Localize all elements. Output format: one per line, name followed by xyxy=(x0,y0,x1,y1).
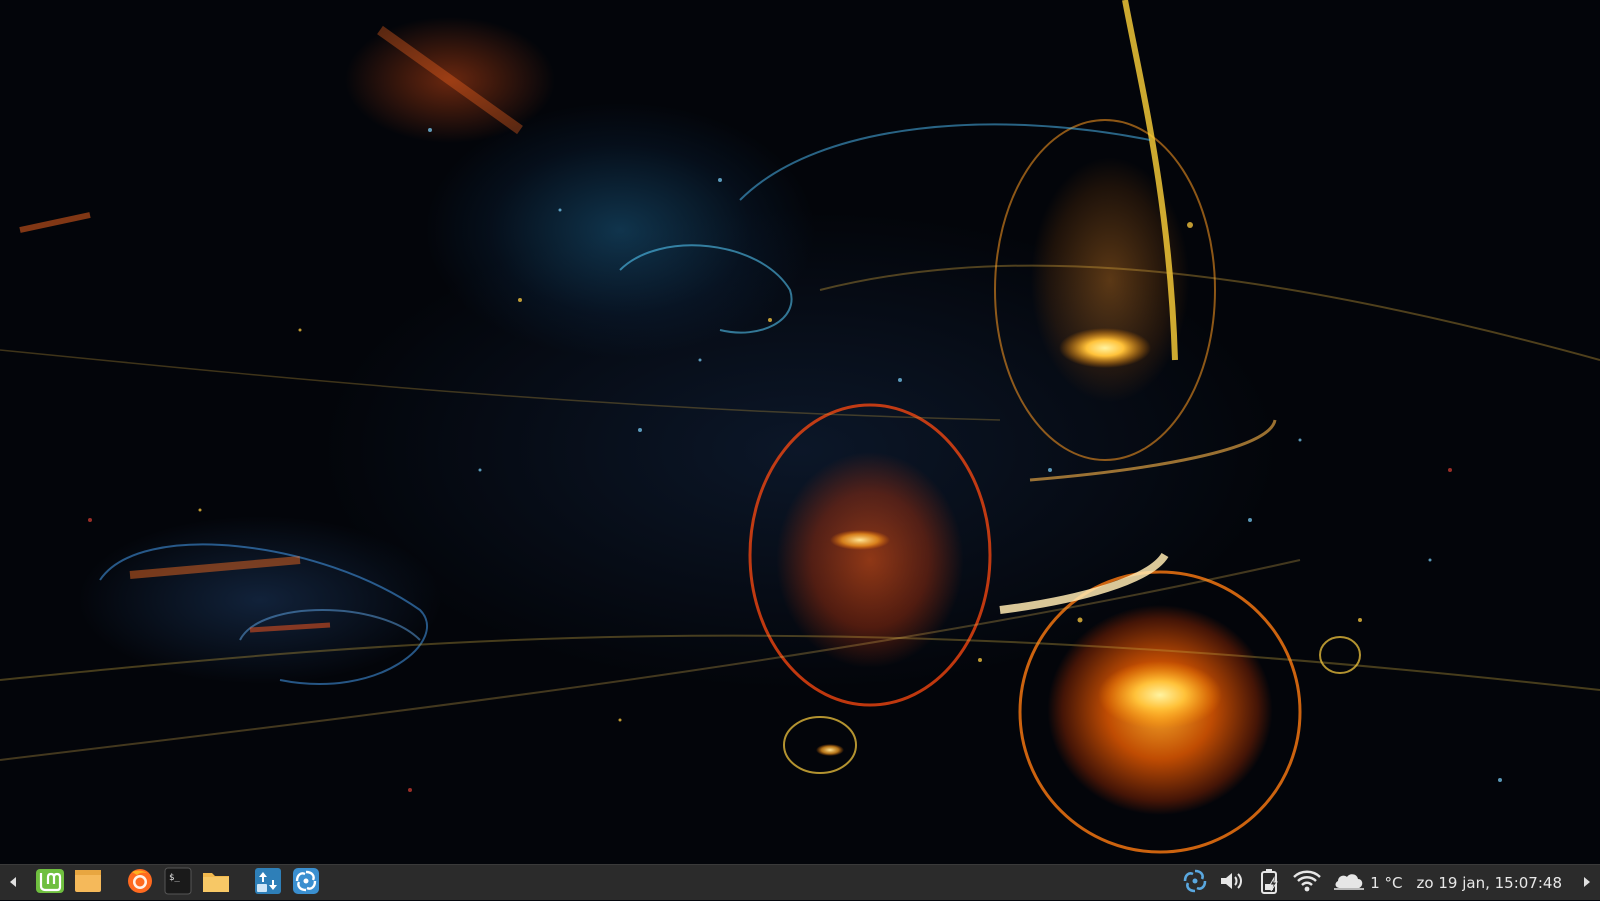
file-manager-launcher[interactable] xyxy=(200,868,232,898)
volume-tray-button[interactable] xyxy=(1218,865,1246,901)
speaker-volume-icon xyxy=(1218,869,1246,897)
svg-text:$_: $_ xyxy=(169,873,180,883)
panel-scroll-left-button[interactable] xyxy=(0,865,26,901)
triangle-left-icon xyxy=(8,873,18,892)
files-launcher[interactable] xyxy=(72,868,104,898)
folder-icon xyxy=(74,868,102,898)
linux-mint-logo-icon xyxy=(35,867,65,899)
swirl-icon xyxy=(292,867,320,899)
weather-temperature: 1 °C xyxy=(1370,873,1403,892)
wallpaper-art xyxy=(0,0,1600,854)
network-tray-button[interactable] xyxy=(1292,865,1322,901)
system-tray: 1 °C zo 19 jan, 15:07:48 xyxy=(1182,865,1570,901)
bottom-panel: $_ 1 °C zo 19 jan, 15:07:48 xyxy=(0,864,1600,900)
clock-applet[interactable]: zo 19 jan, 15:07:48 xyxy=(1413,874,1570,892)
app-launcher-button[interactable] xyxy=(290,867,322,899)
swirl-icon xyxy=(1182,868,1208,898)
weather-applet[interactable]: 1 °C xyxy=(1332,865,1403,901)
panel-scroll-right-button[interactable] xyxy=(1574,865,1600,901)
firefox-icon xyxy=(126,867,154,899)
steam-tray-button[interactable] xyxy=(1182,865,1208,901)
cloud-icon xyxy=(1332,870,1366,896)
folder-icon xyxy=(202,868,230,898)
mint-menu-button[interactable] xyxy=(34,868,66,898)
desktop-wallpaper xyxy=(0,0,1600,864)
battery-tray-button[interactable] xyxy=(1256,865,1282,901)
update-manager-icon xyxy=(254,867,282,899)
terminal-launcher[interactable]: $_ xyxy=(162,867,194,899)
panel-launchers: $_ xyxy=(34,867,322,899)
firefox-launcher[interactable] xyxy=(124,868,156,898)
wifi-icon xyxy=(1292,869,1322,897)
triangle-right-icon xyxy=(1582,873,1592,892)
terminal-icon: $_ xyxy=(164,867,192,899)
update-manager-launcher[interactable] xyxy=(252,867,284,899)
battery-charging-icon xyxy=(1256,867,1282,899)
